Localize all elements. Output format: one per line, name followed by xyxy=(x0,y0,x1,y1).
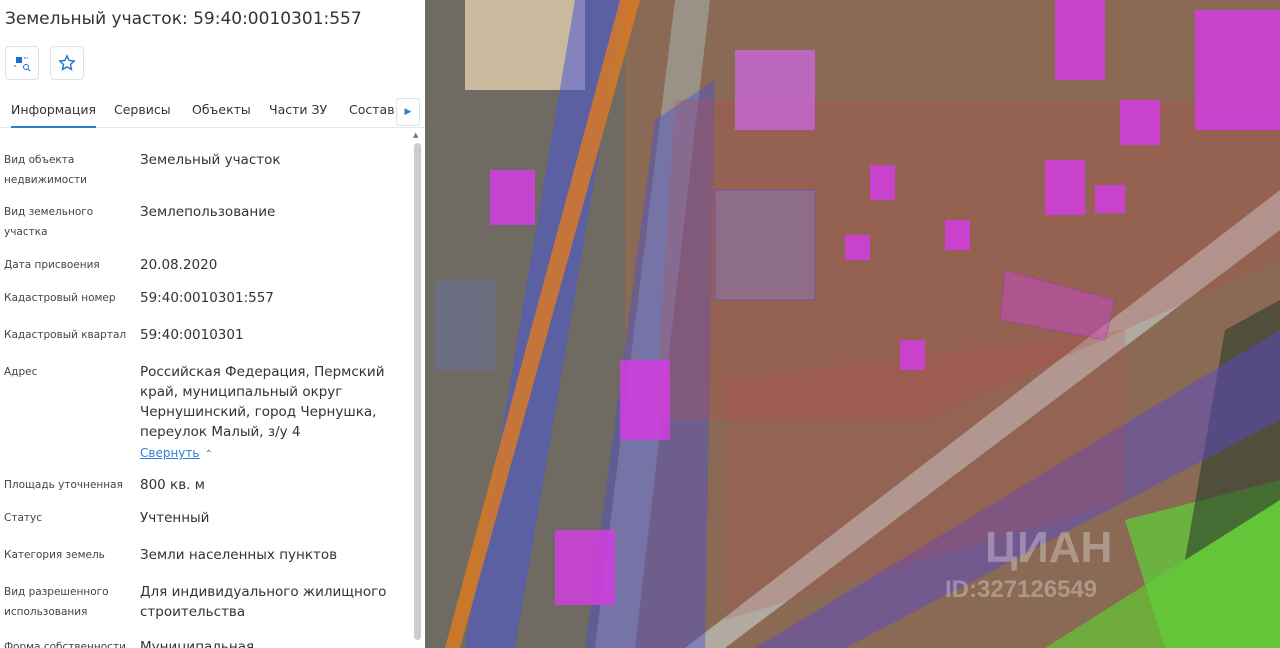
info-label: Форма собственности xyxy=(4,641,126,648)
tab-information[interactable]: Информация xyxy=(11,102,97,128)
info-panel: Земельный участок: 59:40:0010301:557 Инф… xyxy=(0,0,425,648)
select-zoom-button[interactable] xyxy=(5,46,39,80)
info-label: Кадастровый номер xyxy=(4,292,116,304)
info-value: Земельный участок xyxy=(140,152,281,168)
info-value: Для индивидуального жилищного строительс… xyxy=(140,584,387,620)
info-label: Вид разрешенного использования xyxy=(4,586,109,618)
tab-composition[interactable]: Состав xyxy=(349,102,395,117)
star-icon xyxy=(58,54,76,71)
info-label: Категория земель xyxy=(4,549,105,561)
info-label: Дата присвоения xyxy=(4,259,100,271)
tabs-next-button[interactable]: ▶ xyxy=(396,98,420,126)
tab-bar: Информация Сервисы Объекты Части ЗУ Сост… xyxy=(0,92,425,128)
svg-text:ЦИАН: ЦИАН xyxy=(985,523,1112,572)
collapse-link-label[interactable]: Свернуть xyxy=(140,446,199,460)
tab-objects[interactable]: Объекты xyxy=(192,102,251,117)
select-zoom-icon xyxy=(14,57,31,72)
info-value: 20.08.2020 xyxy=(140,257,218,273)
info-value: 59:40:0010301 xyxy=(140,327,244,343)
info-value: Российская Федерация, Пермский край, мун… xyxy=(140,364,385,440)
page-title: Земельный участок: 59:40:0010301:557 xyxy=(5,9,362,29)
favorite-button[interactable] xyxy=(50,46,84,80)
tab-services[interactable]: Сервисы xyxy=(114,102,171,117)
scroll-up-icon[interactable]: ▲ xyxy=(413,131,418,139)
svg-text:ID:327126549: ID:327126549 xyxy=(945,576,1097,603)
info-label: Вид земельного участка xyxy=(4,206,94,238)
info-value: 800 кв. м xyxy=(140,477,205,493)
caret-right-icon: ▶ xyxy=(404,107,412,117)
info-label: Кадастровый квартал xyxy=(4,329,127,341)
info-value: Муниципальная xyxy=(140,639,255,648)
info-value: Землепользование xyxy=(140,204,276,220)
info-label: Адрес xyxy=(4,366,38,378)
info-label: Вид объекта недвижимости xyxy=(4,154,87,186)
info-label: Статус xyxy=(4,512,42,524)
info-value: Учтенный xyxy=(140,510,210,526)
info-value: Земли населенных пунктов xyxy=(140,547,338,563)
chevron-up-icon: ⌃ xyxy=(204,449,213,460)
info-label: Площадь уточненная xyxy=(4,479,123,491)
info-value: 59:40:0010301:557 xyxy=(140,290,274,306)
collapse-link[interactable]: Свернуть ⌃ xyxy=(140,442,213,461)
tab-parts[interactable]: Части ЗУ xyxy=(269,102,327,117)
cadastral-map[interactable]: ЦИАН ID:327126549 xyxy=(425,0,1280,648)
scrollbar[interactable] xyxy=(414,143,421,640)
